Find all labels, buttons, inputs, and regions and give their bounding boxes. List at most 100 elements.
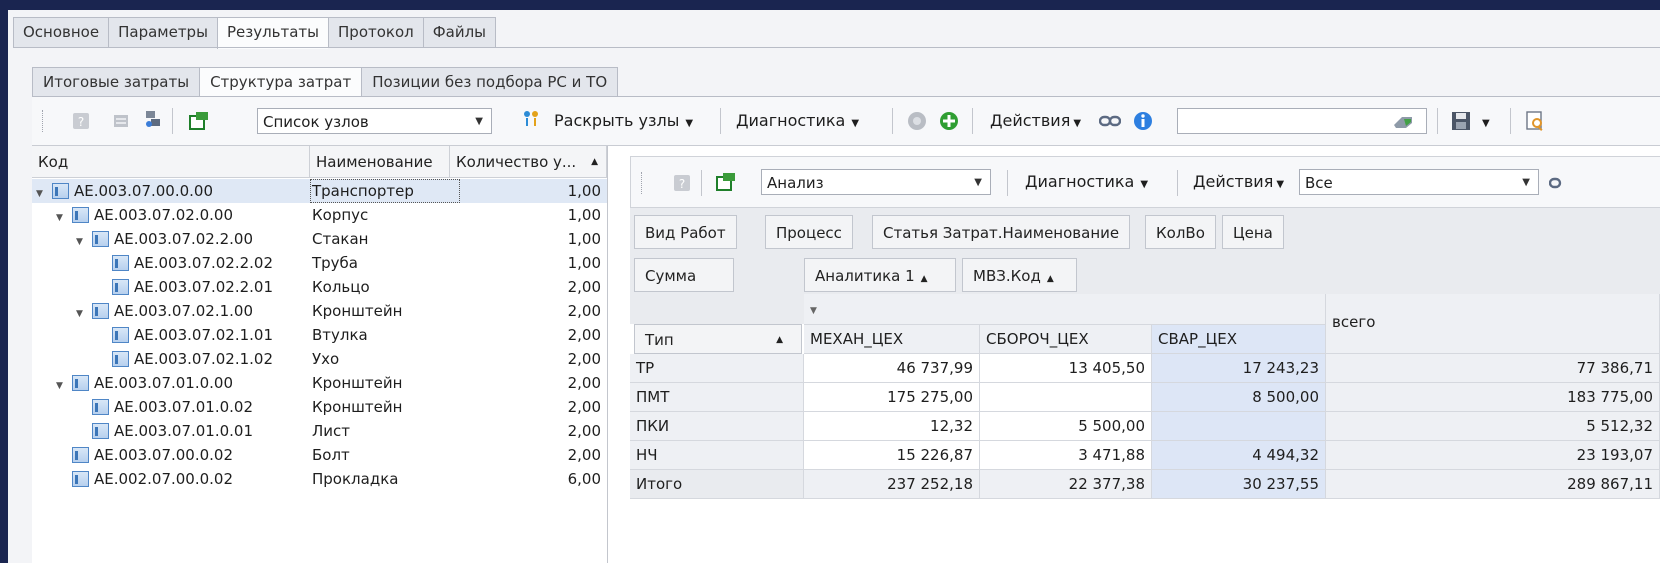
analysis-combo[interactable]: Анализ ▼ (761, 169, 991, 195)
pivot-cell[interactable]: 30 237,55 (1152, 470, 1326, 499)
tab-main[interactable]: Основное (13, 17, 109, 48)
node-icon (112, 327, 129, 343)
row-header[interactable]: ПКИ (630, 412, 804, 441)
row-header[interactable]: ТР (630, 354, 804, 383)
window-icon[interactable] (715, 171, 737, 193)
toolbar-grip[interactable] (641, 172, 644, 194)
column-header[interactable]: СВАР_ЦЕХ (1152, 325, 1326, 354)
pivot-cell[interactable]: 5 500,00 (980, 412, 1152, 441)
tab-results[interactable]: Результаты (216, 17, 329, 49)
pivot-total-cell[interactable]: 289 867,11 (1326, 470, 1660, 499)
pivot-total-cell[interactable]: 23 193,07 (1326, 441, 1660, 470)
pivot-cell[interactable]: 175 275,00 (804, 383, 980, 412)
pivot-cell[interactable]: 237 252,18 (804, 470, 980, 499)
dropdown-arrow-icon: ▼ (1073, 118, 1082, 129)
pivot-cell[interactable]: 4 494,32 (1152, 441, 1326, 470)
print-preview-icon[interactable] (1524, 110, 1546, 132)
filter-combo[interactable]: Все ▼ (1299, 169, 1539, 195)
tab-cost-structure[interactable]: Структура затрат (199, 67, 362, 98)
toolbar-separator (1437, 108, 1438, 134)
add-icon[interactable] (938, 110, 960, 132)
disabled-circle-icon[interactable] (906, 110, 928, 132)
tree-row[interactable]: AE.003.07.02.1.02 Ухо 2,00 (32, 347, 607, 371)
toolbar-separator (972, 108, 973, 134)
link-icon[interactable] (1099, 112, 1121, 130)
row-header[interactable]: ПМТ (630, 383, 804, 412)
disabled-help-icon[interactable]: ? (673, 174, 691, 192)
tab-positions-without-selection[interactable]: Позиции без подбора РС и ТО (361, 67, 619, 97)
tree-row[interactable]: AE.003.07.02.1.01 Втулка 2,00 (32, 323, 607, 347)
dropdown-arrow-icon: ▼ (1140, 179, 1149, 190)
data-field-sum[interactable]: Сумма (634, 258, 734, 292)
pivot-cell[interactable] (1152, 412, 1326, 441)
filter-field-quantity[interactable]: КолВо (1145, 215, 1216, 249)
tree-row[interactable]: AE.003.07.00.0.02 Болт 2,00 (32, 443, 607, 467)
pivot-cell[interactable]: 17 243,23 (1152, 354, 1326, 383)
tree-row[interactable]: AE.002.07.00.0.02 Прокладка 6,00 (32, 467, 607, 491)
filter-field-work-type[interactable]: Вид Работ (634, 215, 737, 249)
pivot-cell[interactable]: 46 737,99 (804, 354, 980, 383)
row-header[interactable]: НЧ (630, 441, 804, 470)
tree-row[interactable]: ▼ AE.003.07.02.2.00 Стакан 1,00 (32, 227, 607, 251)
row-header[interactable]: Итого (630, 470, 804, 499)
column-field-mvz-code[interactable]: МВЗ.Код ▲ (962, 258, 1077, 292)
tree-row[interactable]: AE.003.07.01.0.01 Лист 2,00 (32, 419, 607, 443)
window-icon[interactable] (188, 110, 210, 132)
tab-files[interactable]: Файлы (422, 17, 497, 48)
pivot-cell[interactable] (980, 383, 1152, 412)
column-header-quantity[interactable]: Количество у... ▲ (450, 146, 607, 178)
actions-button[interactable]: Действия ▼ (990, 108, 1081, 137)
pivot-cell[interactable]: 22 377,38 (980, 470, 1152, 499)
filter-field-price[interactable]: Цена (1222, 215, 1284, 249)
pivot-total-cell[interactable]: 183 775,00 (1326, 383, 1660, 412)
pivot-total-cell[interactable]: 77 386,71 (1326, 354, 1660, 383)
tree-row[interactable]: ▼ AE.003.07.01.0.00 Кронштейн 2,00 (32, 371, 607, 395)
link-icon[interactable] (1549, 174, 1563, 192)
tree-row[interactable]: ▼ AE.003.07.02.0.00 Корпус 1,00 (32, 203, 607, 227)
tab-total-costs[interactable]: Итоговые затраты (32, 67, 200, 97)
pivot-cell[interactable]: 12,32 (804, 412, 980, 441)
pivot-cell[interactable]: 13 405,50 (980, 354, 1152, 383)
diagnostics-button[interactable]: Диагностика ▼ (1025, 169, 1148, 198)
pivot-total-cell[interactable]: 5 512,32 (1326, 412, 1660, 441)
disabled-list-icon[interactable] (112, 112, 130, 130)
pivot-cell[interactable]: 3 471,88 (980, 441, 1152, 470)
toolbar-grip[interactable] (42, 110, 45, 132)
column-header-code[interactable]: Код (32, 146, 310, 178)
column-header[interactable]: СБОРОЧ_ЦЕХ (980, 325, 1152, 354)
save-dropdown-arrow[interactable]: ▼ (1482, 108, 1490, 137)
node-list-combo[interactable]: Список узлов ▼ (257, 108, 492, 134)
expand-nodes-button[interactable]: Раскрыть узлы ▼ (554, 108, 693, 137)
column-group-header[interactable]: ▼ (804, 294, 1326, 325)
tree-row[interactable]: ▼ AE.003.07.02.1.00 Кронштейн 2,00 (32, 299, 607, 323)
node-code-text: AE.003.07.02.1.01 (134, 326, 274, 344)
pivot-cell[interactable]: 8 500,00 (1152, 383, 1326, 412)
column-field-analytics[interactable]: Аналитика 1 ▲ (804, 258, 956, 292)
sort-asc-icon: ▲ (776, 335, 783, 345)
actions-button[interactable]: Действия ▼ (1193, 169, 1284, 198)
tree-row[interactable]: ▼ AE.003.07.00.0.00 Транспортер 1,00 (32, 179, 607, 203)
info-icon[interactable] (1132, 110, 1154, 132)
pivot-cell[interactable]: 15 226,87 (804, 441, 980, 470)
search-input[interactable] (1177, 108, 1427, 134)
tab-protocol[interactable]: Протокол (328, 17, 423, 48)
expand-nodes-icon[interactable] (522, 110, 540, 128)
filter-field-process[interactable]: Процесс (765, 215, 853, 249)
save-icon[interactable] (1450, 110, 1472, 132)
tree-row[interactable]: AE.003.07.02.2.02 Труба 1,00 (32, 251, 607, 275)
disabled-help-icon[interactable]: ? (72, 112, 90, 130)
column-header[interactable]: МЕХАН_ЦЕХ (804, 325, 980, 354)
row-field-type[interactable]: Тип ▲ (634, 324, 802, 354)
diagnostics-button[interactable]: Диагностика ▼ (736, 108, 859, 137)
eraser-icon[interactable] (1392, 114, 1414, 130)
tab-parameters[interactable]: Параметры (108, 17, 217, 48)
actions-label: Действия (1193, 172, 1274, 191)
node-code-text: AE.003.07.01.0.01 (114, 422, 254, 440)
node-code-text: AE.003.07.02.2.02 (134, 254, 274, 272)
network-icon[interactable] (144, 110, 162, 128)
filter-field-cost-article[interactable]: Статья Затрат.Наименование (872, 215, 1131, 249)
column-header-name[interactable]: Наименование (310, 146, 450, 178)
node-quantity: 2,00 (567, 350, 601, 368)
tree-row[interactable]: AE.003.07.01.0.02 Кронштейн 2,00 (32, 395, 607, 419)
tree-row[interactable]: AE.003.07.02.2.01 Кольцо 2,00 (32, 275, 607, 299)
